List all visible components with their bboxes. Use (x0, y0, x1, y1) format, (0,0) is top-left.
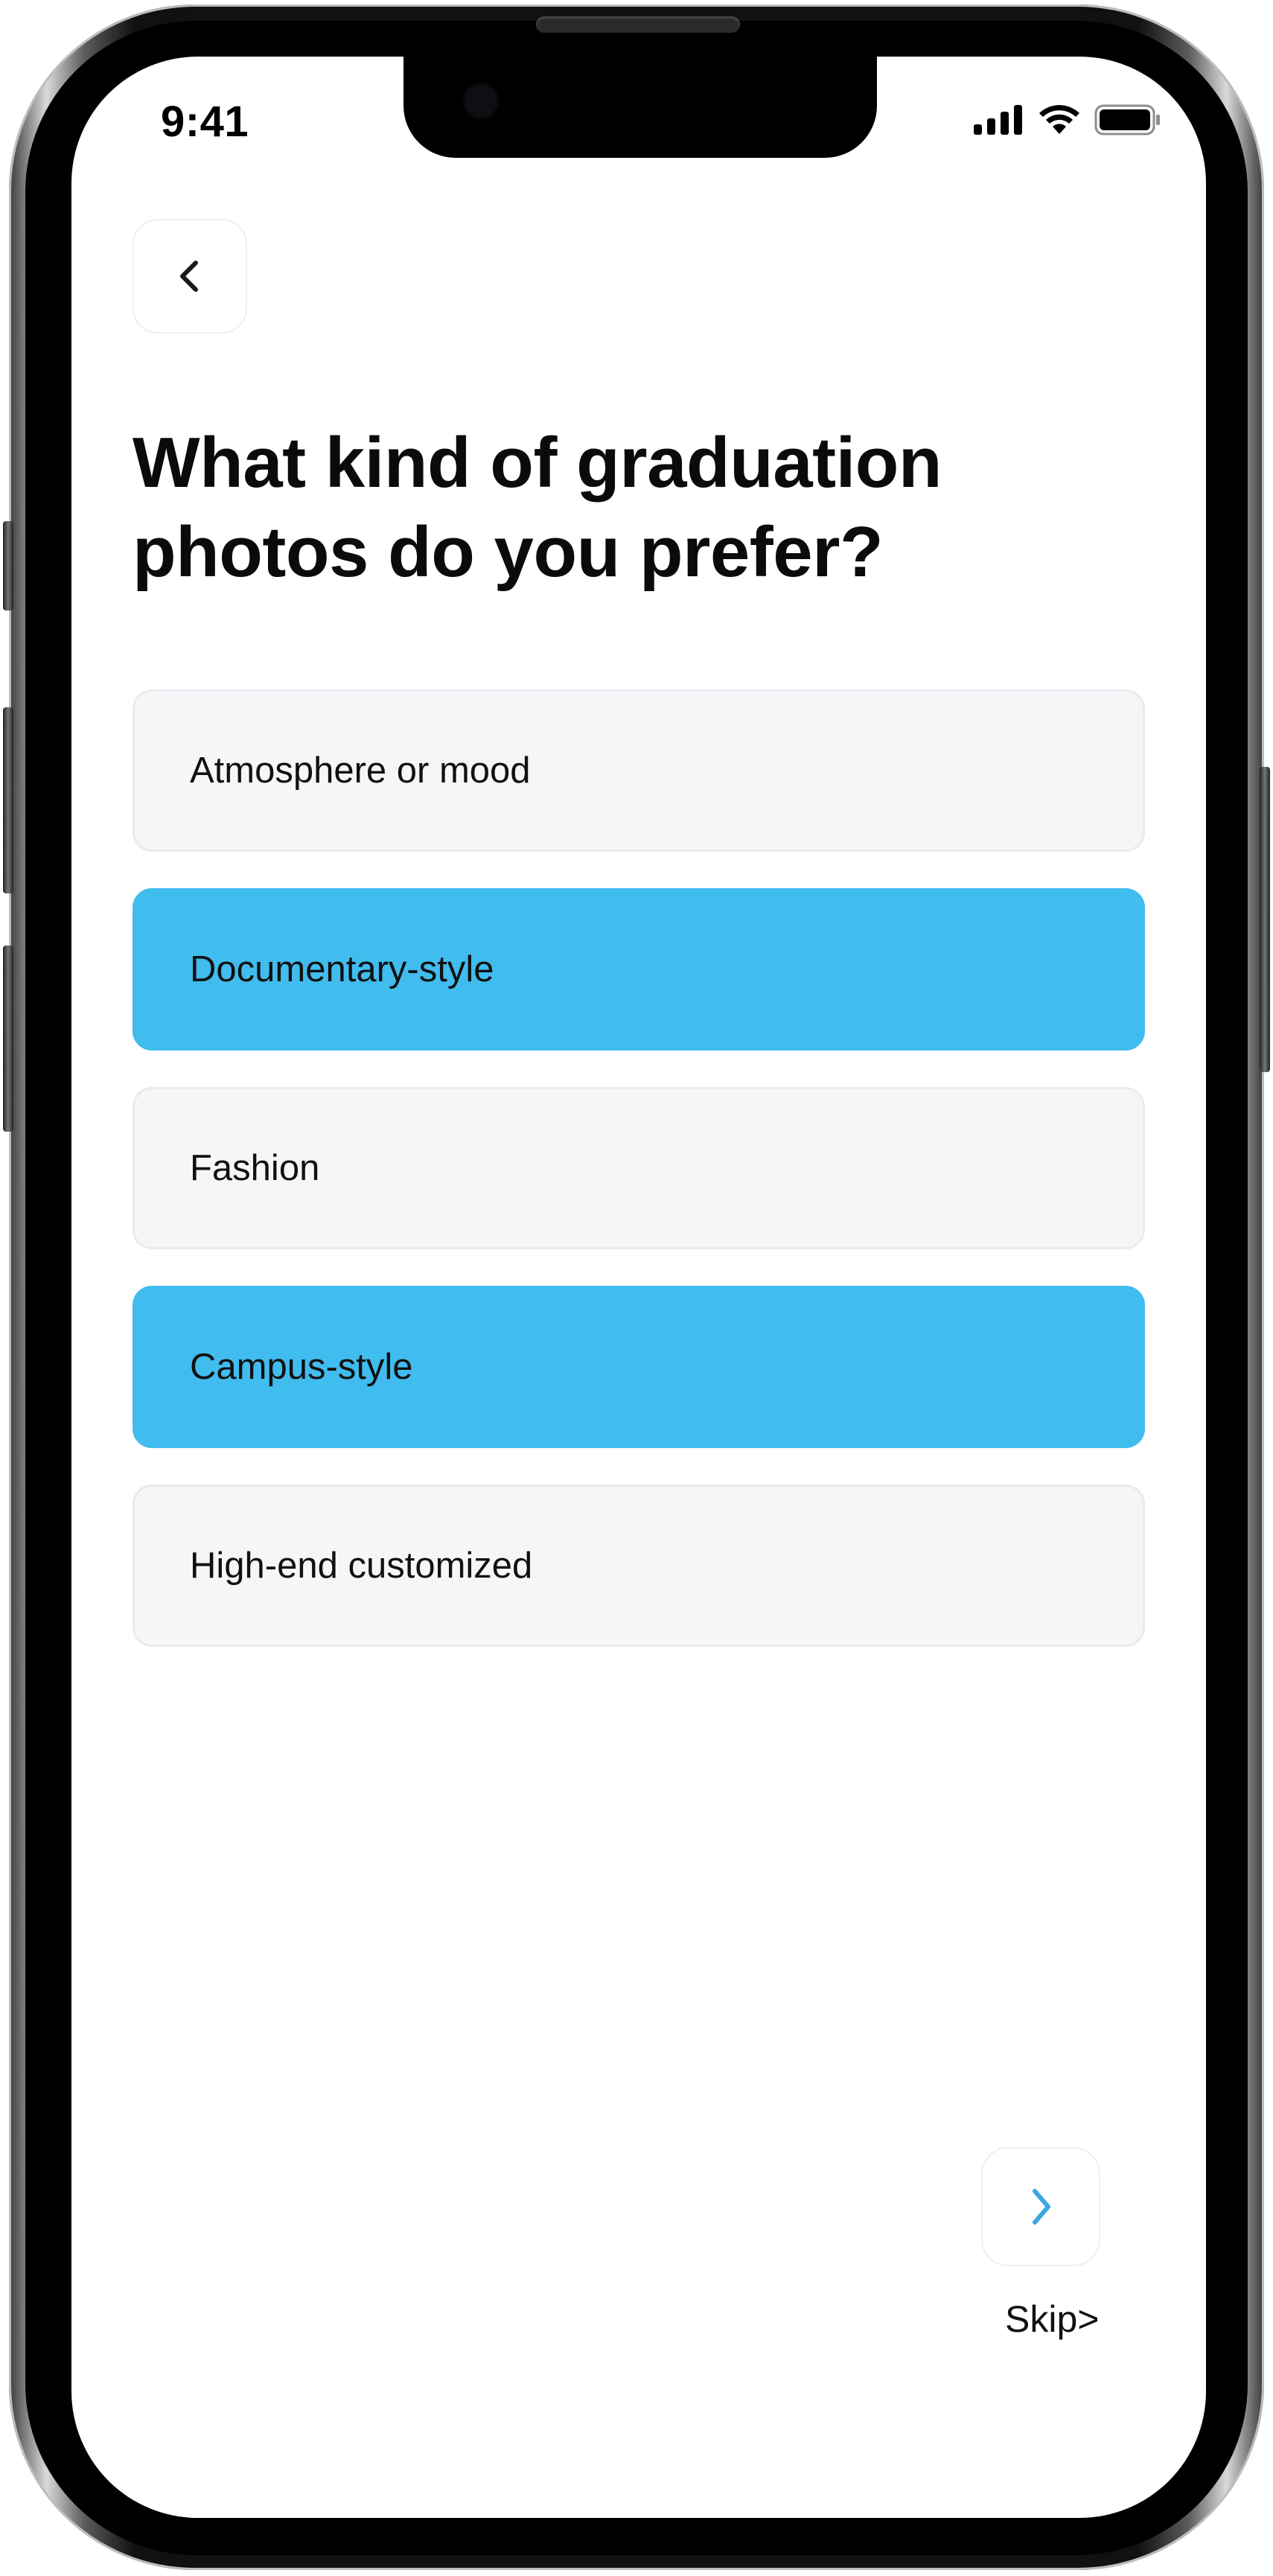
chevron-left-icon (180, 261, 198, 292)
volume-up-button (3, 707, 13, 893)
option-documentary-style[interactable]: Documentary-style (133, 888, 1145, 1051)
option-fashion[interactable]: Fashion (133, 1087, 1145, 1249)
notch (403, 57, 877, 158)
option-label: Fashion (190, 1148, 320, 1188)
app-screen: 9:41 What kind of graduation photos do y… (71, 57, 1206, 2518)
wifi-icon (1039, 105, 1079, 134)
device-canvas: 9:41 What kind of graduation photos do y… (0, 0, 1273, 2576)
front-camera (465, 85, 497, 118)
option-campus-style[interactable]: Campus-style (133, 1286, 1145, 1448)
battery-icon (1094, 104, 1160, 136)
question-title: What kind of graduation photos do you pr… (133, 423, 942, 592)
status-icons (974, 104, 1161, 136)
power-button (1260, 767, 1270, 1072)
back-button[interactable] (133, 219, 247, 334)
option-label: Documentary-style (190, 949, 494, 989)
next-button[interactable] (981, 2147, 1100, 2266)
mute-switch (3, 521, 13, 610)
option-label: Campus-style (190, 1347, 413, 1387)
cellular-signal-icon (974, 105, 1022, 135)
status-time: 9:41 (161, 98, 249, 146)
earpiece-speaker (536, 16, 740, 33)
option-high-end-customized[interactable]: High-end customized (133, 1485, 1145, 1647)
option-label: Atmosphere or mood (190, 750, 531, 791)
chevron-right-icon (1033, 2189, 1050, 2225)
option-label: High-end customized (190, 1546, 533, 1586)
skip-link[interactable]: Skip> (1005, 2298, 1099, 2341)
option-atmosphere-or-mood[interactable]: Atmosphere or mood (133, 689, 1145, 852)
volume-down-button (3, 946, 13, 1132)
